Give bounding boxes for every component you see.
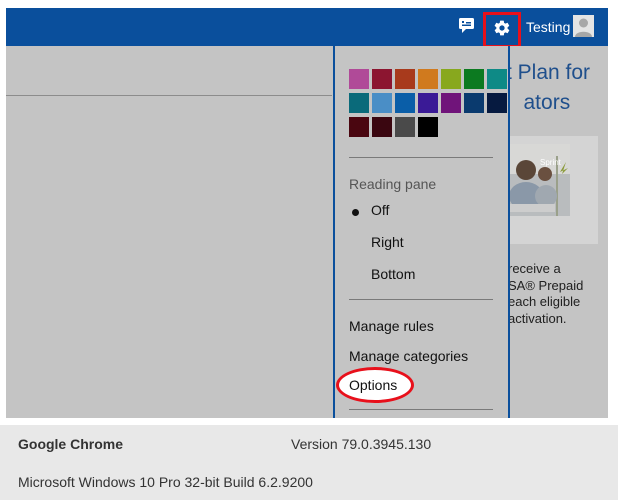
user-name[interactable]: Testing [526,19,570,35]
screenshot: Testing t Plan for ators [0,0,618,500]
browser-info-footer: Google Chrome Version 79.0.3945.130 Micr… [0,425,618,500]
promo-body: receive a SA® Prepaid each eligible acti… [508,261,584,326]
theme-color-swatch[interactable] [349,93,369,113]
promo-heading: t Plan for ators [506,61,591,114]
radio-selected-icon [352,209,359,216]
top-bar: Testing [6,8,608,48]
theme-color-swatch[interactable] [349,117,369,137]
theme-color-swatch[interactable] [441,93,461,113]
reading-pane-off[interactable]: Off [371,202,389,218]
theme-color-swatch[interactable] [464,93,484,113]
reading-pane-label: Reading pane [349,176,437,192]
theme-color-swatch[interactable] [464,69,484,89]
menu-divider [349,299,493,300]
theme-color-swatch[interactable] [372,93,392,113]
theme-color-swatch[interactable] [349,69,369,89]
theme-color-swatch[interactable] [395,69,415,89]
theme-color-grid [349,69,507,137]
theme-color-swatch[interactable] [487,69,507,89]
settings-button[interactable] [483,12,521,48]
reading-pane-right[interactable]: Right [371,234,404,250]
theme-color-swatch[interactable] [372,69,392,89]
theme-color-swatch[interactable] [487,93,507,113]
menu-divider [349,409,493,410]
theme-color-swatch[interactable] [395,93,415,113]
settings-dropdown: Reading pane Off Right Bottom Manage rul… [333,46,510,418]
browser-name: Google Chrome [18,436,124,452]
theme-color-swatch[interactable] [418,93,438,113]
options-item[interactable]: Options [349,377,397,393]
chat-icon[interactable] [458,17,478,35]
theme-color-swatch[interactable] [418,117,438,137]
promo-card[interactable]: Sprint [500,136,598,244]
manage-categories-item[interactable]: Manage categories [349,348,468,364]
avatar-icon[interactable] [573,15,594,37]
promo-image [500,144,570,216]
content-divider [6,95,332,96]
gear-icon [493,19,511,42]
content-area: t Plan for ators Sprint receive a SA® Pr… [6,46,608,418]
promo-image-caption: Sprint [540,158,561,167]
menu-divider [349,157,493,158]
theme-color-swatch[interactable] [418,69,438,89]
theme-color-swatch[interactable] [441,69,461,89]
os-info: Microsoft Windows 10 Pro 32-bit Build 6.… [18,474,313,490]
manage-rules-item[interactable]: Manage rules [349,318,434,334]
reading-pane-bottom[interactable]: Bottom [371,266,415,282]
theme-color-swatch[interactable] [395,117,415,137]
browser-version: Version 79.0.3945.130 [291,436,432,452]
theme-color-swatch[interactable] [372,117,392,137]
